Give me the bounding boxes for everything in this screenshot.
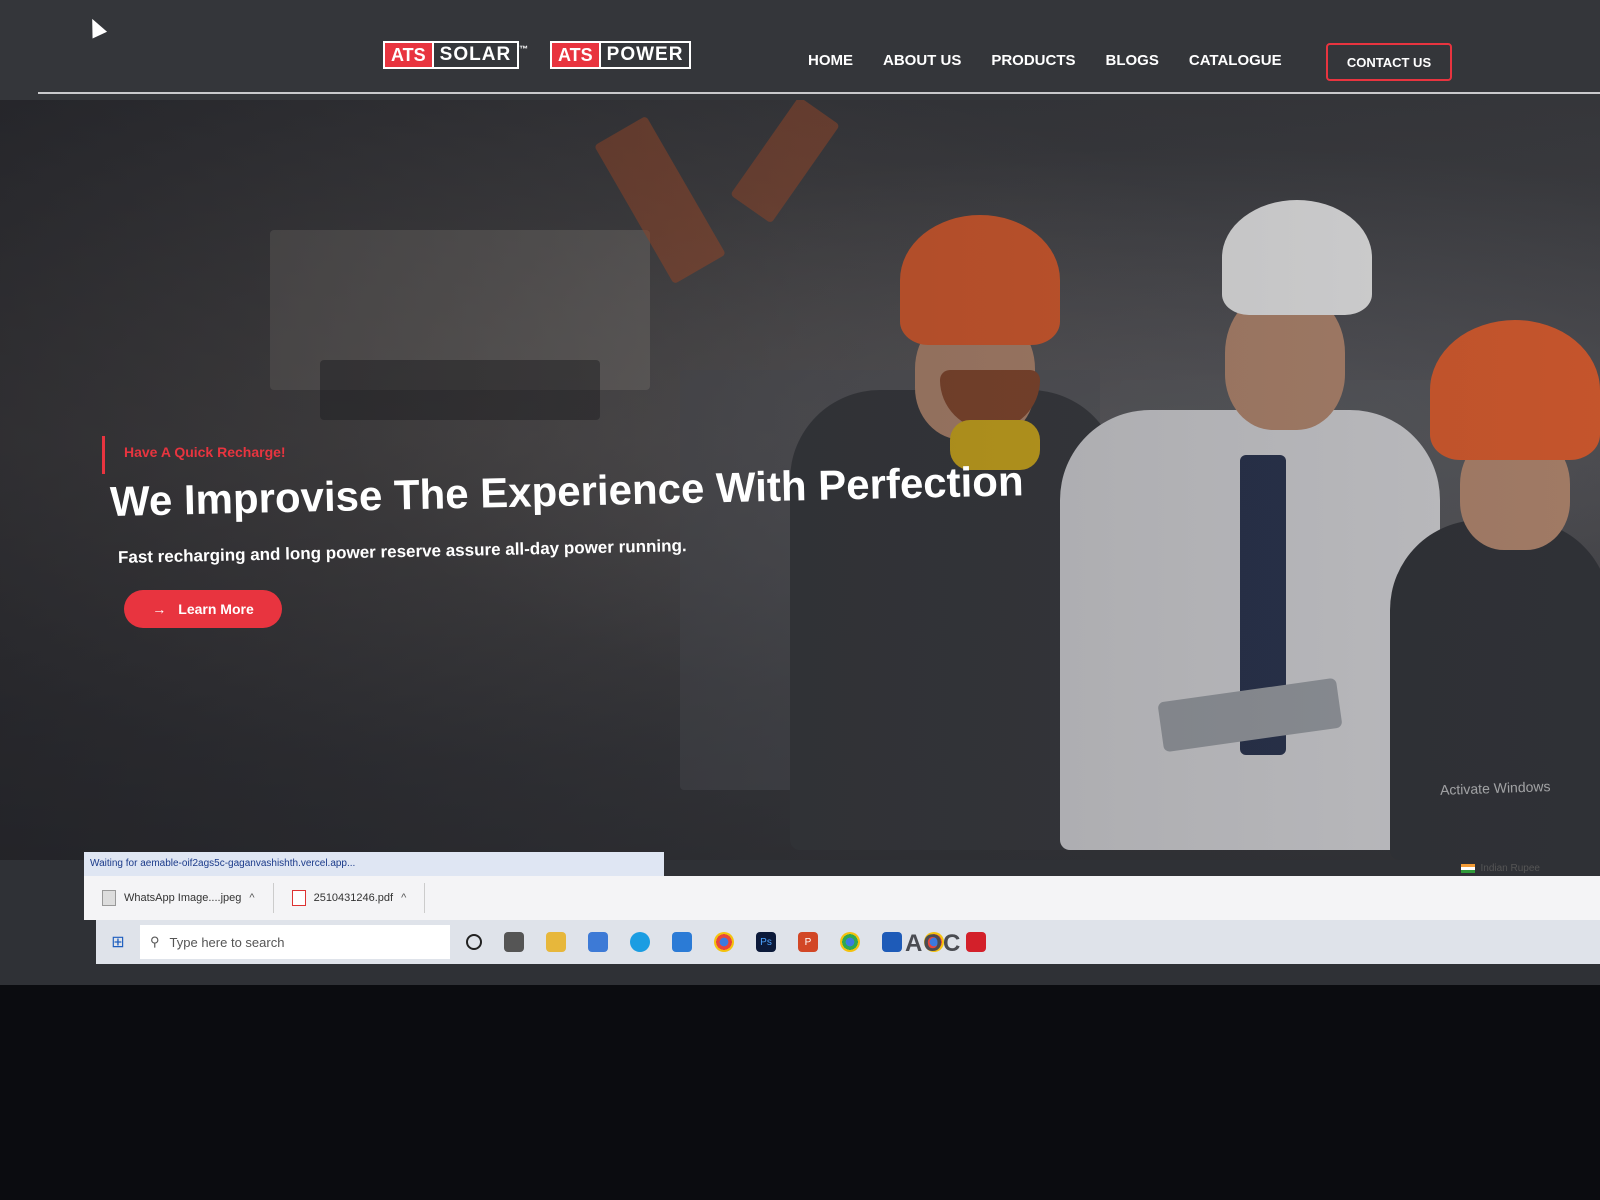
ats-solar-logo[interactable]: ATS SOLAR ™ bbox=[383, 41, 528, 69]
hero-eyebrow: Have A Quick Recharge! bbox=[124, 444, 286, 460]
nav-home[interactable]: HOME bbox=[808, 52, 853, 69]
ats-power-logo[interactable]: ATS POWER bbox=[550, 41, 692, 69]
chrome-icon[interactable] bbox=[714, 932, 734, 952]
learn-more-label: Learn More bbox=[178, 601, 254, 617]
india-flag-icon bbox=[1460, 864, 1475, 873]
trademark: ™ bbox=[519, 44, 530, 54]
download-item-whatsapp-image[interactable]: WhatsApp Image....jpeg ^ bbox=[84, 883, 274, 913]
header-divider bbox=[38, 92, 1600, 94]
language-indicator[interactable]: Indian Rupee bbox=[1460, 863, 1541, 874]
learn-more-button[interactable]: → Learn More bbox=[124, 590, 282, 628]
nav-products[interactable]: PRODUCTS bbox=[991, 52, 1075, 69]
downloads-bar: WhatsApp Image....jpeg ^ 2510431246.pdf … bbox=[84, 876, 1600, 920]
nav-about-us[interactable]: ABOUT US bbox=[883, 52, 961, 69]
monitor-brand-logo: AOC bbox=[905, 930, 962, 957]
contact-us-button[interactable]: CONTACT US bbox=[1326, 43, 1452, 81]
task-view-icon[interactable] bbox=[504, 932, 524, 952]
file-explorer-icon[interactable] bbox=[546, 932, 566, 952]
taskbar-search-input[interactable]: ⚲ Type here to search bbox=[140, 925, 450, 959]
browser-status-bar: Waiting for aemable-oif2ags5c-gaganvashi… bbox=[84, 852, 664, 876]
search-placeholder: Type here to search bbox=[169, 934, 285, 950]
app-icon[interactable] bbox=[882, 932, 902, 952]
mail-icon[interactable] bbox=[672, 932, 692, 952]
eyebrow-accent-bar bbox=[102, 436, 105, 474]
cortana-icon[interactable] bbox=[466, 934, 482, 950]
pdf-file-icon bbox=[291, 890, 306, 906]
language-label: Indian Rupee bbox=[1480, 863, 1541, 874]
image-file-icon bbox=[102, 890, 116, 906]
logo-power-word: POWER bbox=[600, 41, 692, 69]
monitor-screen: ATS SOLAR ™ ATS POWER HOME ABOUT US PRODU… bbox=[0, 0, 1600, 985]
nav-blogs[interactable]: BLOGS bbox=[1106, 52, 1159, 69]
powerpoint-icon[interactable]: P bbox=[798, 932, 818, 952]
chevron-up-icon[interactable]: ^ bbox=[249, 892, 254, 904]
nav-catalogue[interactable]: CATALOGUE bbox=[1189, 52, 1282, 69]
main-nav: HOME ABOUT US PRODUCTS BLOGS CATALOGUE bbox=[808, 52, 1282, 69]
download-filename: WhatsApp Image....jpeg bbox=[124, 892, 242, 904]
chrome-active-icon[interactable] bbox=[840, 932, 860, 952]
logo-ats-tag: ATS bbox=[550, 41, 601, 69]
logo-ats-tag: ATS bbox=[383, 41, 434, 69]
windows-taskbar: ⊞ ⚲ Type here to search Ps P bbox=[96, 920, 1600, 964]
acrobat-icon[interactable] bbox=[966, 932, 986, 952]
windows-start-icon[interactable]: ⊞ bbox=[96, 920, 140, 964]
search-icon: ⚲ bbox=[150, 934, 160, 949]
store-icon[interactable] bbox=[588, 932, 608, 952]
logo-solar-word: SOLAR ™ bbox=[433, 41, 528, 69]
download-item-pdf[interactable]: 2510431246.pdf ^ bbox=[274, 883, 426, 913]
edge-icon[interactable] bbox=[630, 932, 650, 952]
download-filename: 2510431246.pdf bbox=[313, 892, 394, 904]
photoshop-icon[interactable]: Ps bbox=[756, 932, 776, 952]
arrow-right-icon: → bbox=[152, 601, 167, 617]
chevron-up-icon[interactable]: ^ bbox=[401, 892, 406, 904]
logo-solar-text: SOLAR bbox=[439, 44, 512, 65]
site-header: ATS SOLAR ™ ATS POWER HOME ABOUT US PRODU… bbox=[0, 0, 1600, 100]
